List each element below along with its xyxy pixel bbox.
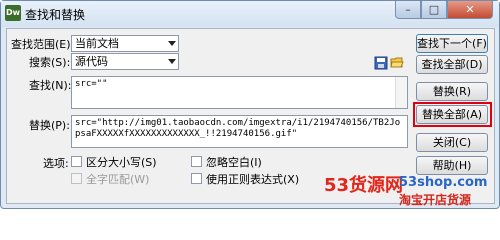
maximize-button[interactable]: □ [421, 1, 447, 19]
open-folder-icon[interactable] [390, 55, 404, 69]
options-label: 选项: [43, 157, 69, 170]
watermark-domain: 53shop.com [399, 175, 488, 190]
find-textarea[interactable]: src="" [71, 76, 408, 109]
minimize-button[interactable]: – [395, 1, 421, 19]
find-scrollbar[interactable] [395, 77, 407, 108]
use-regex-checkbox[interactable] [191, 173, 202, 184]
replace-text: src="http://img01.taobaocdn.com/imgextra… [75, 118, 401, 139]
replace-button[interactable]: 替换(R) [416, 82, 488, 101]
title-bar[interactable]: Dw 查找和替换 – □ ✕ [1, 1, 499, 27]
match-case-label: 区分大小写(S) [86, 156, 157, 169]
ignore-whitespace-label: 忽略空白(I) [206, 156, 262, 169]
find-text: src="" [75, 79, 108, 89]
replace-label: 替换(P): [29, 119, 70, 132]
find-replace-window: Dw 查找和替换 – □ ✕ 查找范围(E): 当前文档 搜索(S): 源代码 … [0, 0, 500, 209]
chevron-down-icon [168, 59, 176, 64]
whole-word-label: 全字匹配(W) [86, 173, 150, 186]
search-select[interactable]: 源代码 [71, 53, 179, 70]
dreamweaver-app-icon: Dw [5, 5, 21, 21]
close-window-button[interactable]: ✕ [447, 1, 493, 19]
ignore-whitespace-checkbox[interactable] [191, 156, 202, 167]
scope-label: 查找范围(E): [11, 38, 75, 51]
highlight-box [413, 102, 492, 127]
whole-word-checkbox[interactable] [71, 173, 82, 184]
use-regex-label: 使用正则表达式(X) [206, 173, 300, 186]
scope-select-value: 当前文档 [75, 37, 119, 50]
search-label: 搜索(S): [29, 56, 71, 69]
watermark-tagline: 淘宝开店货源 [399, 193, 472, 207]
window-title: 查找和替换 [25, 8, 86, 22]
close-button[interactable]: 关闭(C) [416, 133, 488, 152]
help-button[interactable]: 帮助(H) [416, 156, 488, 175]
match-case-checkbox[interactable] [71, 156, 82, 167]
find-all-button[interactable]: 查找全部(D) [416, 55, 488, 74]
search-select-value: 源代码 [75, 55, 108, 68]
scope-select[interactable]: 当前文档 [71, 35, 179, 52]
save-icon[interactable] [374, 56, 388, 70]
find-next-button[interactable]: 查找下一个(F) [416, 34, 488, 53]
watermark-brand: 53货源网 [324, 175, 404, 196]
chevron-down-icon [168, 41, 176, 46]
replace-textarea[interactable]: src="http://img01.taobaocdn.com/imgextra… [71, 115, 408, 148]
find-label: 查找(N): [29, 79, 72, 92]
